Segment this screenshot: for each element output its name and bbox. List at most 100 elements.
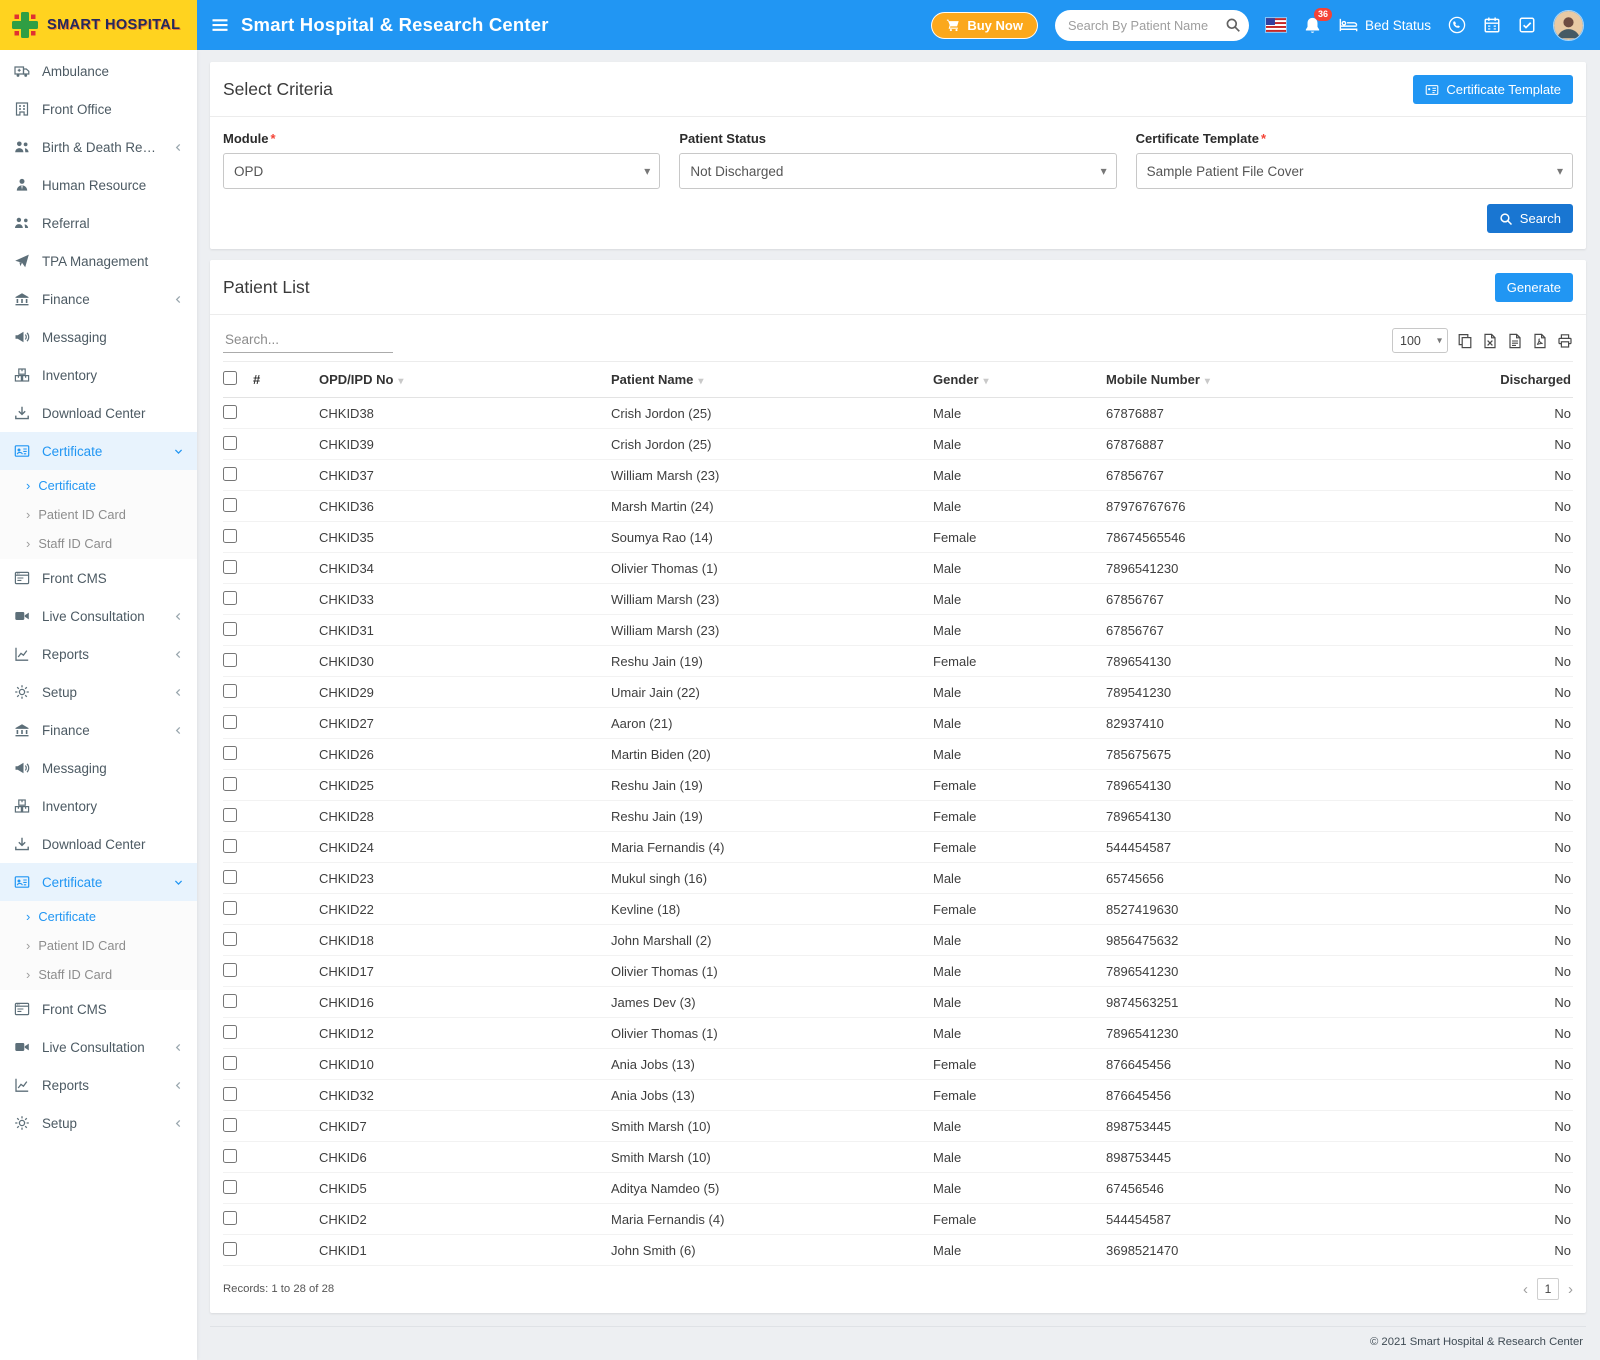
excel-icon[interactable] — [1482, 333, 1498, 349]
copy-icon[interactable] — [1457, 333, 1473, 349]
search-icon[interactable] — [1225, 17, 1241, 33]
row-checkbox[interactable] — [223, 498, 237, 512]
sidebar-item[interactable]: Ambulance — [0, 52, 197, 90]
print-icon[interactable] — [1557, 333, 1573, 349]
buy-now-button[interactable]: Buy Now — [931, 12, 1038, 39]
sidebar-item[interactable]: Front CMS — [0, 990, 197, 1028]
cell-opd-ipd-no: CHKID38 — [319, 398, 611, 429]
sidebar-item[interactable]: Setup — [0, 673, 197, 711]
sidebar-subitem[interactable]: › Patient ID Card — [0, 931, 197, 960]
column-patient-name[interactable]: Patient Name▾ — [611, 362, 933, 398]
sidebar-item[interactable]: Live Consultation — [0, 597, 197, 635]
page-size-select[interactable]: 100 — [1392, 328, 1448, 353]
sidebar-subitem[interactable]: › Staff ID Card — [0, 529, 197, 558]
page-number-button[interactable]: 1 — [1537, 1278, 1559, 1300]
row-checkbox[interactable] — [223, 870, 237, 884]
calendar-icon[interactable] — [1483, 16, 1501, 34]
sidebar-item[interactable]: Setup — [0, 1104, 197, 1142]
row-checkbox[interactable] — [223, 901, 237, 915]
row-checkbox[interactable] — [223, 467, 237, 481]
sidebar-item[interactable]: Referral — [0, 204, 197, 242]
sidebar-item[interactable]: Download Center — [0, 394, 197, 432]
app-logo[interactable]: SMART HOSPITAL — [0, 0, 197, 50]
sidebar-subitem[interactable]: › Staff ID Card — [0, 960, 197, 989]
row-checkbox[interactable] — [223, 436, 237, 450]
sidebar-item[interactable]: Inventory — [0, 787, 197, 825]
column-mobile-number[interactable]: Mobile Number▾ — [1106, 362, 1406, 398]
row-checkbox[interactable] — [223, 1211, 237, 1225]
sidebar-subitem-label: Certificate — [38, 909, 96, 924]
sidebar-item[interactable]: Birth & Death Record — [0, 128, 197, 166]
sidebar-item[interactable]: Finance — [0, 711, 197, 749]
row-checkbox[interactable] — [223, 932, 237, 946]
row-checkbox[interactable] — [223, 839, 237, 853]
whatsapp-icon[interactable] — [1448, 16, 1466, 34]
sidebar-subitem[interactable]: › Patient ID Card — [0, 500, 197, 529]
row-checkbox[interactable] — [223, 622, 237, 636]
row-checkbox[interactable] — [223, 653, 237, 667]
table-search-input[interactable] — [223, 327, 393, 353]
sidebar-item[interactable]: Front Office — [0, 90, 197, 128]
row-checkbox[interactable] — [223, 560, 237, 574]
select-all-checkbox[interactable] — [223, 371, 237, 385]
prev-page-icon[interactable]: ‹ — [1523, 1282, 1528, 1297]
table-row: CHKID28 Reshu Jain (19) Female 789654130… — [223, 801, 1573, 832]
sidebar-item[interactable]: Certificate — [0, 432, 197, 470]
sidebar-item[interactable]: Messaging — [0, 318, 197, 356]
search-button[interactable]: Search — [1487, 204, 1573, 233]
language-flag-icon[interactable] — [1266, 18, 1286, 32]
patient-status-select[interactable]: Not Discharged — [679, 153, 1116, 189]
patient-search-input[interactable] — [1068, 18, 1225, 33]
sidebar-subitem[interactable]: › Certificate — [0, 902, 197, 931]
row-checkbox[interactable] — [223, 1118, 237, 1132]
certificate-template-select[interactable]: Sample Patient File Cover — [1136, 153, 1573, 189]
notifications-bell-icon[interactable]: 36 — [1303, 16, 1322, 35]
select-criteria-card: Select Criteria Certificate Template Mod… — [210, 62, 1586, 249]
sidebar-item[interactable]: Human Resource — [0, 166, 197, 204]
row-checkbox[interactable] — [223, 1056, 237, 1070]
row-checkbox[interactable] — [223, 405, 237, 419]
row-checkbox[interactable] — [223, 591, 237, 605]
row-checkbox[interactable] — [223, 715, 237, 729]
sidebar-item[interactable]: Front CMS — [0, 559, 197, 597]
next-page-icon[interactable]: › — [1568, 1282, 1573, 1297]
bed-status-link[interactable]: Bed Status — [1339, 17, 1431, 33]
row-checkbox[interactable] — [223, 1025, 237, 1039]
row-checkbox[interactable] — [223, 1087, 237, 1101]
row-checkbox[interactable] — [223, 746, 237, 760]
chevron-left-icon — [173, 1118, 184, 1129]
pdf-icon[interactable] — [1532, 333, 1548, 349]
tasks-icon[interactable] — [1518, 16, 1536, 34]
row-checkbox[interactable] — [223, 1149, 237, 1163]
row-checkbox[interactable] — [223, 963, 237, 977]
sidebar-item[interactable]: Certificate — [0, 863, 197, 901]
sidebar-item[interactable]: Inventory — [0, 356, 197, 394]
row-checkbox[interactable] — [223, 1242, 237, 1256]
sidebar-block: Certificate › Certificate › Patient ID C… — [0, 432, 197, 559]
sidebar-item[interactable]: Messaging — [0, 749, 197, 787]
row-checkbox[interactable] — [223, 529, 237, 543]
menu-icon[interactable] — [203, 8, 237, 42]
chevron-down-icon — [173, 877, 184, 888]
module-select[interactable]: OPD — [223, 153, 660, 189]
sidebar-item[interactable]: Finance — [0, 280, 197, 318]
row-checkbox[interactable] — [223, 1180, 237, 1194]
sidebar-item[interactable]: Download Center — [0, 825, 197, 863]
user-avatar[interactable] — [1553, 10, 1584, 41]
row-checkbox[interactable] — [223, 994, 237, 1008]
sidebar-subitem[interactable]: › Certificate — [0, 471, 197, 500]
sidebar-item[interactable]: Live Consultation — [0, 1028, 197, 1066]
csv-icon[interactable] — [1507, 333, 1523, 349]
cell-gender: Male — [933, 739, 1106, 770]
certificate-template-button[interactable]: Certificate Template — [1413, 75, 1573, 104]
column-opd-ipd-no[interactable]: OPD/IPD No▾ — [319, 362, 611, 398]
sidebar-item[interactable]: Reports — [0, 635, 197, 673]
generate-button[interactable]: Generate — [1495, 273, 1573, 302]
sidebar-item[interactable]: Reports — [0, 1066, 197, 1104]
row-checkbox[interactable] — [223, 684, 237, 698]
cell-gender: Female — [933, 1204, 1106, 1235]
row-checkbox[interactable] — [223, 777, 237, 791]
row-checkbox[interactable] — [223, 808, 237, 822]
sidebar-item[interactable]: TPA Management — [0, 242, 197, 280]
column-gender[interactable]: Gender▾ — [933, 362, 1106, 398]
